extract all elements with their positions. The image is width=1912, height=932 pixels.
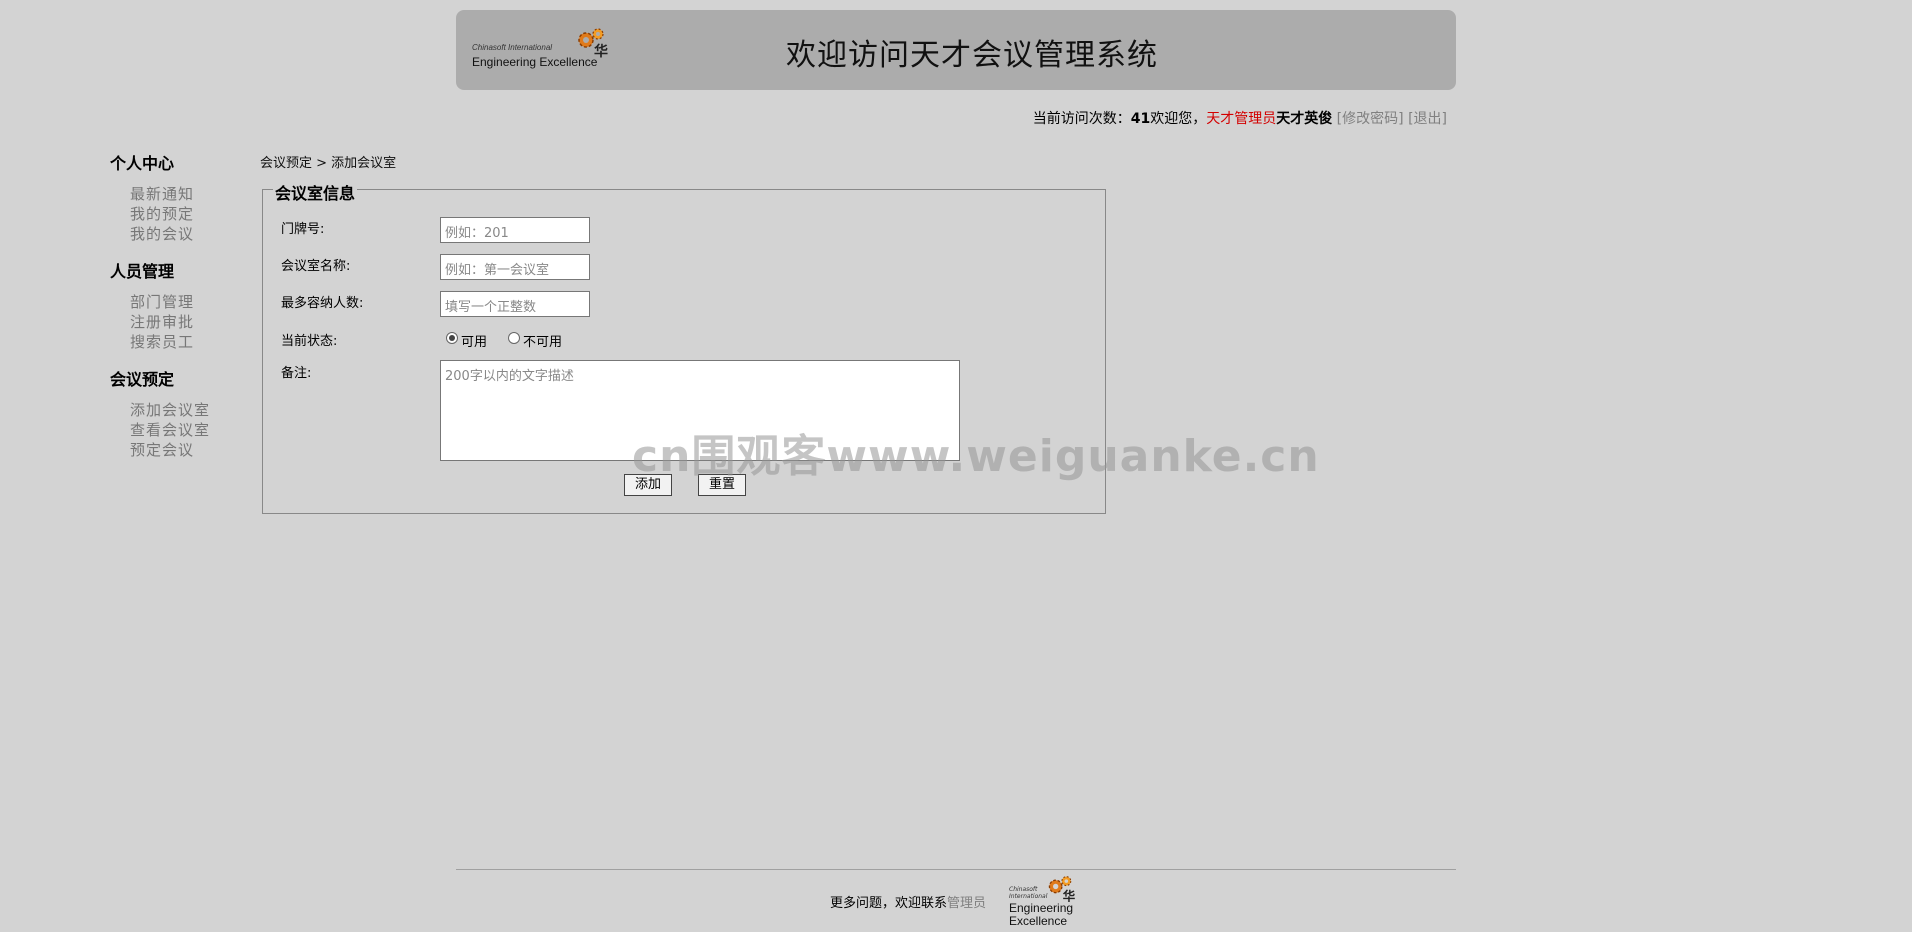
footer-contact: 更多问题，欢迎联系管理员 [830, 892, 986, 911]
status-label: 当前状态: [281, 334, 338, 349]
room-name-label: 会议室名称: [281, 259, 351, 274]
change-password-link[interactable]: [修改密码] [1337, 111, 1404, 127]
sidebar-item-book-meeting[interactable]: 预定会议 [130, 440, 250, 460]
status-unavailable-label: 不可用 [523, 335, 563, 350]
room-name-input[interactable]: 例如：第一会议室 [440, 254, 590, 280]
company-logo: Chinasoft International Engineering Exce… [472, 24, 612, 78]
sidebar-item-my-meetings[interactable]: 我的会议 [130, 224, 250, 244]
sidebar-item-view-rooms[interactable]: 查看会议室 [130, 420, 250, 440]
footer-logo: Chinasoft International Engineering Exce… [1005, 874, 1085, 930]
sidebar: 个人中心 最新通知 我的预定 我的会议 人员管理 部门管理 注册审批 搜索员工 … [110, 150, 250, 474]
user-role: 天才管理员 [1206, 111, 1277, 127]
status-available-radio[interactable] [446, 332, 458, 344]
door-number-input[interactable]: 例如：201 [440, 217, 590, 243]
footer-admin-link[interactable]: 管理员 [947, 896, 986, 911]
fieldset-legend: 会议室信息 [273, 180, 358, 204]
sidebar-item-latest-notices[interactable]: 最新通知 [130, 184, 250, 204]
user-name: 天才英俊 [1276, 111, 1333, 127]
visits-label: 当前访问次数： [1032, 111, 1131, 127]
capacity-input[interactable]: 填写一个正整数 [440, 291, 590, 317]
sidebar-item-my-bookings[interactable]: 我的预定 [130, 204, 250, 224]
svg-text:华: 华 [1063, 889, 1076, 904]
watermark-text: cn围观客www.weiguanke.cn [632, 431, 1320, 482]
status-available-label: 可用 [461, 335, 488, 350]
page-title: 欢迎访问天才会议管理系统 [786, 38, 1158, 73]
gear-logo-icon: 华 [1048, 876, 1076, 904]
sidebar-group-booking: 会议预定 [110, 370, 175, 389]
breadcrumb: 会议预定 > 添加会议室 [260, 156, 397, 171]
visits-count: 41 [1130, 111, 1151, 127]
door-number-label: 门牌号: [281, 222, 325, 237]
svg-text:华: 华 [594, 43, 608, 60]
footer-logo-line1: Chinasoft International [1009, 886, 1048, 900]
sidebar-item-add-room[interactable]: 添加会议室 [130, 400, 250, 420]
sidebar-item-search-staff[interactable]: 搜索员工 [130, 332, 250, 352]
welcome-text: 欢迎您， [1150, 111, 1207, 127]
footer-divider [456, 869, 1456, 870]
sidebar-group-staff: 人员管理 [110, 262, 175, 281]
capacity-label: 最多容纳人数: [281, 296, 364, 311]
note-label: 备注: [281, 366, 312, 381]
logout-link[interactable]: [退出] [1408, 111, 1447, 127]
sidebar-group-personal: 个人中心 [110, 154, 175, 173]
sidebar-item-departments[interactable]: 部门管理 [130, 292, 250, 312]
footer-text: 更多问题，欢迎联系 [830, 896, 948, 911]
sidebar-item-registration-approval[interactable]: 注册审批 [130, 312, 250, 332]
user-info-bar: 当前访问次数：41欢迎您，天才管理员天才英俊 [修改密码] [退出] [1033, 108, 1447, 128]
status-unavailable-radio[interactable] [508, 332, 520, 344]
gear-logo-icon: 华 [578, 28, 608, 60]
logo-line1: Chinasoft International [472, 43, 553, 52]
header-banner: Chinasoft International Engineering Exce… [456, 10, 1456, 90]
